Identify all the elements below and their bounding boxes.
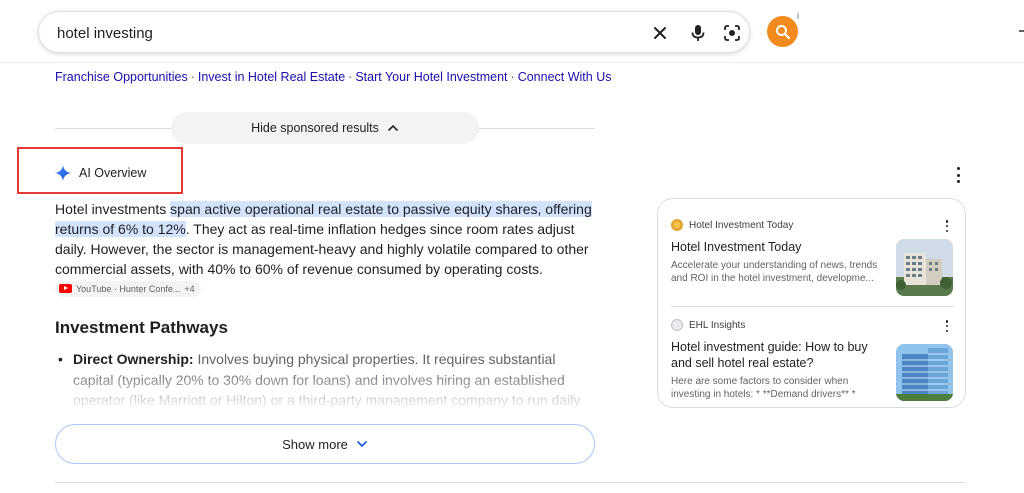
source-chip-count: +4 <box>184 283 195 294</box>
source-site-name: Hotel Investment Today <box>689 219 794 231</box>
source-thumbnail[interactable] <box>896 239 953 296</box>
source-panel: Hotel Investment Today Hotel Investment … <box>657 198 966 408</box>
ehl-favicon-icon <box>671 319 683 331</box>
sitelink-separator: · <box>190 70 195 84</box>
sitelink-separator: · <box>510 70 515 84</box>
source-title[interactable]: Hotel Investment Today <box>671 239 881 255</box>
source-thumbnail[interactable] <box>896 344 953 401</box>
show-more-button[interactable]: Show more <box>55 424 595 464</box>
list-item: Direct Ownership: Involves buying physic… <box>55 349 595 411</box>
kebab-icon[interactable] <box>944 220 950 232</box>
hide-sponsored-button[interactable]: Hide sponsored results <box>171 112 479 144</box>
clear-icon[interactable] <box>651 24 669 42</box>
results-divider <box>55 482 965 483</box>
lens-icon[interactable] <box>723 24 741 42</box>
sitelink-invest-hotel-real-estate[interactable]: Invest in Hotel Real Estate <box>198 70 345 84</box>
hide-sponsored-label: Hide sponsored results <box>251 121 379 135</box>
summary-intro: Hotel investments <box>55 201 171 217</box>
sparkle-icon <box>55 165 71 181</box>
ai-overview-label: AI Overview <box>79 166 147 180</box>
edge-handle <box>1019 30 1024 32</box>
mic-icon[interactable] <box>689 24 707 42</box>
chevron-up-icon <box>387 124 398 132</box>
ad-sitelinks: Franchise Opportunities · Invest in Hotel … <box>55 70 611 84</box>
source-title[interactable]: Hotel investment guide: How to buy and s… <box>671 339 881 371</box>
source-chip[interactable]: YouTube · Hunter Confe... +4 <box>55 280 201 297</box>
ai-overview-header: AI Overview <box>55 165 146 181</box>
bullet-list: Direct Ownership: Involves buying physic… <box>55 349 595 411</box>
source-snippet: Accelerate your understanding of news, t… <box>671 260 878 284</box>
sitelink-separator: · <box>348 70 353 84</box>
search-input[interactable] <box>57 22 617 44</box>
search-button[interactable] <box>767 16 798 47</box>
sun-favicon-icon <box>671 219 683 231</box>
source-card[interactable]: EHL Insights Hotel investment guide: How… <box>658 307 965 407</box>
sitelink-start-hotel-investment[interactable]: Start Your Hotel Investment <box>355 70 507 84</box>
search-box[interactable] <box>38 11 750 53</box>
kebab-icon[interactable] <box>953 167 963 183</box>
info-mark[interactable]: i <box>797 11 799 21</box>
source-site: EHL Insights <box>671 319 745 331</box>
sitelink-connect-with-us[interactable]: Connect With Us <box>518 70 612 84</box>
show-more-label: Show more <box>282 436 348 452</box>
bullet-title: Direct Ownership: <box>73 351 194 367</box>
source-site: Hotel Investment Today <box>671 219 793 231</box>
youtube-icon <box>59 284 72 293</box>
source-site-name: EHL Insights <box>689 319 746 331</box>
kebab-icon[interactable] <box>944 320 950 332</box>
section-heading: Investment Pathways <box>55 318 228 337</box>
ai-overview-summary: Hotel investments span active operationa… <box>55 199 595 299</box>
source-snippet: Here are some factors to consider when i… <box>671 376 856 400</box>
sitelink-franchise-opportunities[interactable]: Franchise Opportunities <box>55 70 188 84</box>
header-divider <box>0 62 1024 63</box>
chevron-down-icon <box>356 440 367 448</box>
search-icon <box>775 24 790 39</box>
source-card[interactable]: Hotel Investment Today Hotel Investment … <box>658 199 965 304</box>
source-chip-text: YouTube · Hunter Confe... <box>76 283 181 294</box>
